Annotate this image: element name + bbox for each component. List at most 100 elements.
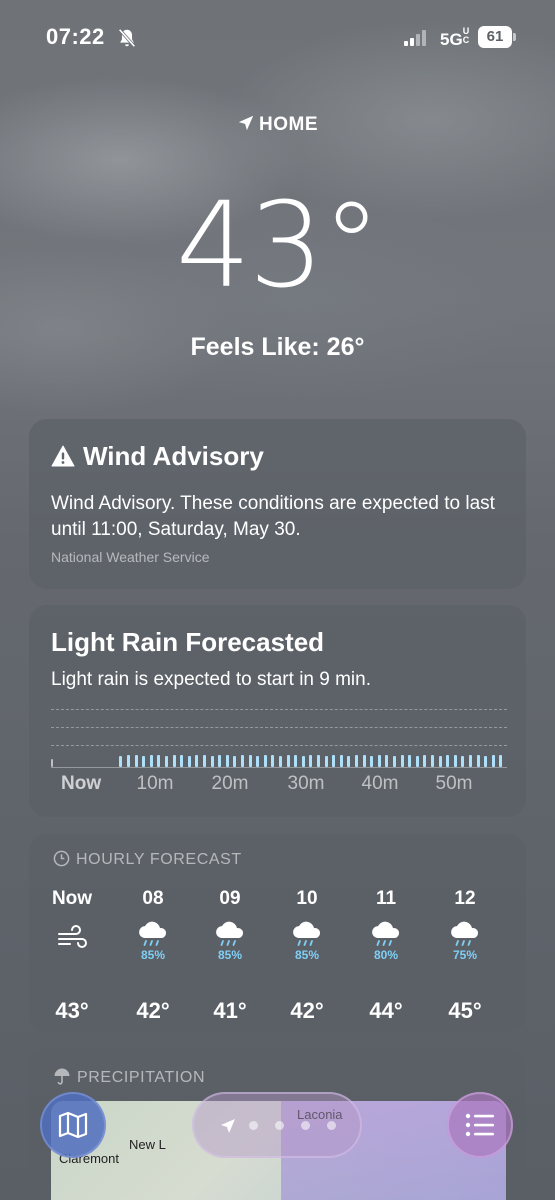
hour-item: 09 85% 41° [195, 888, 265, 1024]
hour-time: 11 [375, 888, 397, 909]
rain-bar [119, 755, 123, 767]
rain-bar [332, 755, 336, 767]
page-dot[interactable] [301, 1121, 310, 1130]
wind-advisory-card[interactable]: Wind Advisory Wind Advisory. These condi… [29, 419, 526, 589]
umbrella-icon [54, 1068, 70, 1085]
page-dot[interactable] [327, 1121, 336, 1130]
rain-cloud-icon [451, 921, 479, 946]
rain-label: 50m [435, 773, 473, 794]
hour-time: 10 [296, 888, 318, 909]
rain-label: 10m [136, 773, 174, 794]
rain-bar [423, 755, 427, 767]
location-title[interactable]: HOME [0, 114, 555, 136]
rain-gridline [51, 727, 507, 728]
hour-time: 08 [142, 888, 164, 909]
page-indicator[interactable] [192, 1092, 362, 1158]
hour-precip [37, 952, 107, 968]
page-dot[interactable] [249, 1121, 258, 1130]
rain-bar [309, 755, 313, 767]
warning-icon [51, 445, 75, 467]
hour-temp: 42° [136, 998, 170, 1023]
rain-bar [203, 754, 206, 767]
rain-bar [377, 755, 381, 767]
hour-precip: 85% [217, 948, 243, 962]
rain-bar [51, 759, 53, 767]
rain-text: Light rain is expected to start in 9 min… [51, 669, 371, 690]
rain-chart [51, 701, 507, 771]
wind-icon [58, 925, 87, 948]
clock-icon [53, 850, 70, 867]
hour-item: 12 75% 45° [430, 888, 500, 1024]
rain-cloud-icon [372, 921, 400, 946]
rain-bar [294, 754, 298, 767]
hour-temp: 41° [213, 998, 247, 1023]
rain-bar [218, 755, 222, 767]
hour-time: 12 [454, 888, 476, 909]
rain-bar [393, 755, 396, 767]
rain-bar [347, 755, 351, 767]
hour-temp: 44° [369, 998, 403, 1023]
rain-bar [438, 755, 442, 767]
advisory-source: National Weather Service [51, 549, 210, 565]
hour-time: 09 [219, 888, 241, 909]
precip-header-text: PRECIPITATION [77, 1069, 206, 1086]
rain-bar [142, 755, 146, 767]
rain-cloud-icon [216, 921, 244, 946]
rain-bar [415, 755, 419, 767]
map-place-label: New L [129, 1137, 166, 1152]
rain-bar [286, 755, 290, 767]
signal-icon [404, 30, 426, 46]
rain-baseline [51, 767, 507, 768]
hourly-forecast-card[interactable]: HOURLY FORECAST Now 43° 08 85% 42° 09 85… [29, 834, 526, 1032]
rain-bar [248, 754, 252, 767]
rain-bar [469, 755, 472, 767]
hour-item: Now 43° [37, 888, 107, 1024]
page-dot[interactable] [275, 1121, 284, 1130]
rain-bar [165, 755, 168, 767]
rain-bar [408, 754, 412, 767]
rain-cloud-icon [293, 921, 321, 946]
rain-bar [180, 754, 184, 767]
rain-bar [491, 755, 495, 767]
location-name: HOME [259, 114, 318, 135]
rain-bar [370, 755, 374, 767]
rain-label: 20m [211, 773, 249, 794]
rain-bar [263, 755, 267, 767]
hour-precip: 85% [294, 948, 320, 962]
rain-bar [149, 755, 153, 767]
rain-bar [271, 754, 275, 767]
advisory-title-text: Wind Advisory [83, 441, 264, 471]
rain-bar [324, 755, 328, 767]
hour-temp: 43° [55, 998, 89, 1023]
hour-precip: 80% [373, 948, 399, 962]
rain-bar [157, 754, 161, 767]
rain-bar [476, 754, 480, 767]
hour-precip: 75% [452, 948, 478, 962]
rain-forecast-card[interactable]: Light Rain Forecasted Light rain is expe… [29, 605, 526, 817]
rain-bar [461, 755, 465, 767]
feels-like: Feels Like: 26° [190, 333, 365, 361]
map-button[interactable] [40, 1092, 106, 1158]
rain-bar [362, 754, 366, 767]
rain-bar [317, 754, 320, 767]
rain-bar [256, 755, 260, 767]
rain-bar [279, 755, 282, 767]
hour-item: 10 85% 42° [272, 888, 342, 1024]
rain-bar [385, 754, 389, 767]
rain-bar [301, 755, 305, 767]
rain-label: 30m [287, 773, 325, 794]
hour-temp: 45° [448, 998, 482, 1023]
battery-icon: 61 [478, 26, 516, 48]
rain-bar [233, 755, 237, 767]
status-time: 07:22 [46, 24, 105, 49]
rain-bar [241, 755, 244, 767]
status-bar: 07:22 5GUC 61 [0, 0, 555, 74]
map-icon [58, 1111, 88, 1139]
rain-label-now: Now [61, 773, 102, 794]
rain-bar [225, 754, 229, 767]
hourly-header-text: HOURLY FORECAST [76, 851, 242, 868]
list-button[interactable] [447, 1092, 513, 1158]
rain-bar [127, 755, 130, 767]
precip-header: PRECIPITATION [53, 1067, 205, 1087]
current-temperature: 43° [175, 176, 381, 314]
